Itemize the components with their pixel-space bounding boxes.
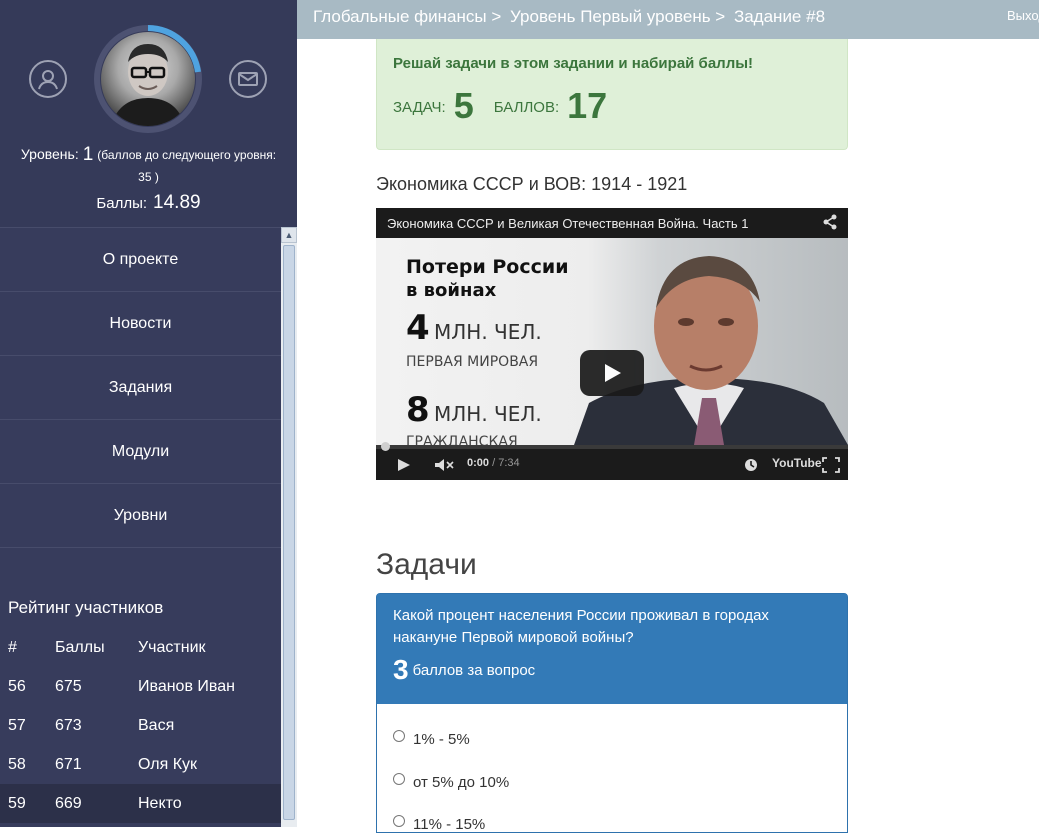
rating-points: 671 <box>55 755 82 773</box>
watch-later-icon[interactable] <box>744 458 758 475</box>
rating-participant: Оля Кук <box>138 755 198 773</box>
sidebar-menu: О проекте Новости Задания Модули Уровни <box>0 227 281 548</box>
rating-rank: 58 <box>8 755 26 773</box>
sidebar-item-about[interactable]: О проекте <box>0 227 281 291</box>
rating-header-row: # Баллы Участник <box>0 628 281 667</box>
question-points-value: 3 <box>393 654 409 685</box>
video-player-title[interactable]: Экономика СССР и Великая Отечественная В… <box>387 216 749 231</box>
profile-user-icon[interactable] <box>29 60 67 98</box>
logout-link[interactable]: Выход <box>1007 8 1039 23</box>
video-section-title: Экономика СССР и ВОВ: 1914 - 1921 <box>376 174 688 194</box>
topbar: Глобальные финансы > Уровень Первый уров… <box>297 0 1039 39</box>
speaker-image <box>574 256 848 445</box>
sidebar-scrollbar[interactable]: ▲ <box>281 227 297 827</box>
frame-number-2: 8 <box>406 390 430 430</box>
level-info: Уровень: 1 (баллов до следующего уровня: <box>0 144 297 165</box>
answer-option-1[interactable]: 1% - 5% <box>393 729 470 748</box>
radio-button[interactable] <box>393 729 405 742</box>
rating-points: 675 <box>55 677 82 695</box>
alert-stats: ЗАДАЧ: 5 БАЛЛОВ: 17 <box>393 85 627 127</box>
radio-button[interactable] <box>393 772 405 785</box>
rating-rank: 59 <box>0 784 55 823</box>
breadcrumb-task: Задание #8 <box>733 7 826 26</box>
table-row-current-user[interactable]: 59 669 Некто <box>0 784 281 823</box>
frame-number-1-text: МЛН. ЧЕЛ. <box>434 320 542 344</box>
mail-icon[interactable] <box>229 60 267 98</box>
rating-rank: 57 <box>8 716 26 734</box>
tasks-heading: Задачи <box>376 548 477 581</box>
video-player[interactable]: Экономика СССР и Великая Отечественная В… <box>376 208 848 480</box>
answer-option-2[interactable]: от 5% до 10% <box>393 772 510 791</box>
level-label: Уровень: <box>20 146 79 162</box>
sidebar-item-tasks[interactable]: Задания <box>0 355 281 419</box>
question-panel: Какой процент населения России проживал … <box>376 593 848 833</box>
frame-number-2-text: МЛН. ЧЕЛ. <box>434 402 542 426</box>
video-time: 0:00 / 7:34 <box>467 457 520 469</box>
share-icon[interactable] <box>822 214 838 233</box>
rating-points: 673 <box>55 716 82 734</box>
scroll-up-icon[interactable]: ▲ <box>281 227 297 243</box>
task-summary-alert: Решай задачи в этом задании и набирай ба… <box>376 39 848 150</box>
video-time-total: / 7:34 <box>492 457 520 469</box>
rating-header-rank: # <box>8 638 17 656</box>
rating-points: 669 <box>55 784 138 823</box>
tasks-label: ЗАДАЧ: <box>393 99 446 116</box>
level-hint: (баллов до следующего уровня: <box>97 148 277 162</box>
sidebar-item-levels[interactable]: Уровни <box>0 483 281 548</box>
fullscreen-icon[interactable] <box>822 457 840 476</box>
mute-icon[interactable] <box>434 458 456 475</box>
video-time-current: 0:00 <box>467 457 490 469</box>
table-row[interactable]: 57 673 Вася <box>0 706 281 745</box>
question-header: Какой процент населения России проживал … <box>377 594 847 704</box>
level-hint-tail: 35 ) <box>138 170 159 184</box>
video-header: Экономика СССР и Великая Отечественная В… <box>376 208 848 238</box>
rating-rank: 56 <box>8 677 26 695</box>
video-controls: 0:00 / 7:34 YouTube <box>376 442 848 480</box>
question-points-label: баллов за вопрос <box>412 662 536 679</box>
sidebar-item-news[interactable]: Новости <box>0 291 281 355</box>
rating-table: # Баллы Участник 56 675 Иванов Иван 57 6… <box>0 628 281 823</box>
rating-header-participant: Участник <box>138 638 206 656</box>
question-text: Какой процент населения России проживал … <box>393 607 769 646</box>
score-value: 14.89 <box>153 192 201 213</box>
breadcrumb: Глобальные финансы > Уровень Первый уров… <box>313 7 829 27</box>
answer-option-label: 1% - 5% <box>413 731 470 748</box>
points-label: БАЛЛОВ: <box>493 99 560 116</box>
points-value: 17 <box>567 85 608 126</box>
tasks-value: 5 <box>453 85 474 126</box>
avatar[interactable] <box>101 32 195 126</box>
alert-title: Решай задачи в этом задании и набирай ба… <box>393 55 754 72</box>
radio-button[interactable] <box>393 814 405 827</box>
rating-participant: Некто <box>138 784 281 823</box>
frame-subtitle-1: ПЕРВАЯ МИРОВАЯ <box>406 354 539 370</box>
answer-option-label: от 5% до 10% <box>413 774 510 791</box>
answer-option-3[interactable]: 11% - 15% <box>393 814 486 833</box>
breadcrumb-course[interactable]: Глобальные финансы > <box>313 7 501 26</box>
frame-heading-line1: Потери России <box>406 256 569 278</box>
video-progress-bar[interactable] <box>376 442 848 451</box>
progress-handle[interactable] <box>381 442 390 451</box>
score-info: Баллы: 14.89 <box>0 192 297 214</box>
table-row[interactable]: 56 675 Иванов Иван <box>0 667 281 706</box>
video-frame[interactable]: Потери России в войнах 4 МЛН. ЧЕЛ. ПЕРВА… <box>376 238 848 450</box>
rating-participant: Иванов Иван <box>138 677 235 695</box>
sidebar: Уровень: 1 (баллов до следующего уровня: 3… <box>0 0 297 827</box>
rating-title: Рейтинг участников <box>8 598 164 617</box>
rating-header-points: Баллы <box>55 638 105 656</box>
youtube-logo-icon[interactable]: YouTube <box>772 456 822 470</box>
frame-heading-line2: в войнах <box>406 280 497 301</box>
score-label: Баллы: <box>96 195 148 212</box>
rating-participant: Вася <box>138 716 175 734</box>
answer-option-label: 11% - 15% <box>413 816 486 833</box>
scroll-thumb[interactable] <box>283 245 295 820</box>
table-row[interactable]: 58 671 Оля Кук <box>0 745 281 784</box>
play-icon[interactable] <box>396 458 412 475</box>
breadcrumb-level[interactable]: Уровень Первый уровень > <box>510 7 725 26</box>
sidebar-item-modules[interactable]: Модули <box>0 419 281 483</box>
question-points: 3 баллов за вопрос <box>393 654 535 686</box>
play-button[interactable] <box>580 350 644 396</box>
frame-number-1: 4 <box>406 308 430 348</box>
profile-panel: Уровень: 1 (баллов до следующего уровня: 3… <box>0 0 297 227</box>
level-value: 1 <box>82 144 94 165</box>
